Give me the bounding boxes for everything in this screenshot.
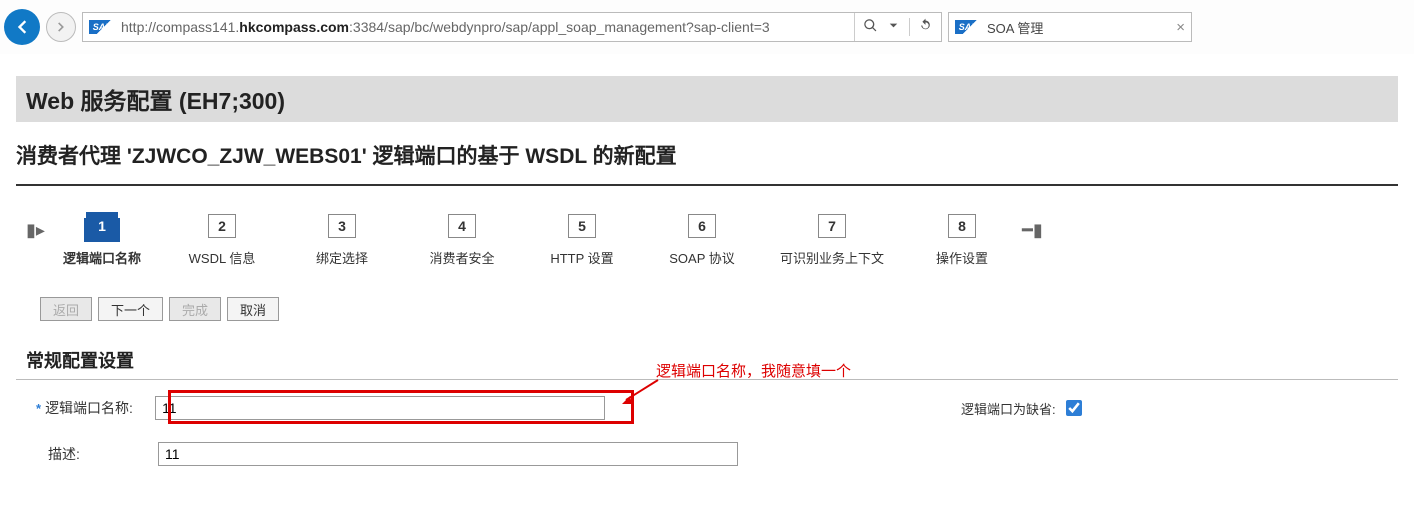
step-2[interactable]: 2 WSDL 信息 [162, 214, 282, 267]
finish-button: 完成 [169, 297, 221, 321]
step-8[interactable]: 8 操作设置 [902, 214, 1022, 267]
arrow-right-icon [54, 20, 68, 34]
next-button[interactable]: 下一个 [98, 297, 163, 321]
close-icon[interactable]: × [1176, 19, 1185, 36]
url-rest: :3384/sap/bc/webdynpro/sap/appl_soap_man… [349, 19, 770, 35]
roadmap: ▮▸ 1 逻辑端口名称 2 WSDL 信息 3 绑定选择 4 消费者安全 5 H… [16, 214, 1398, 267]
cancel-button[interactable]: 取消 [227, 297, 279, 321]
step-5[interactable]: 5 HTTP 设置 [522, 214, 642, 267]
step-3[interactable]: 3 绑定选择 [282, 214, 402, 267]
search-icon[interactable] [863, 18, 878, 36]
step-1[interactable]: 1 逻辑端口名称 [42, 214, 162, 267]
tab-title: SOA 管理 [987, 18, 1170, 37]
page-content: Web 服务配置 (EH7;300) 消费者代理 'ZJWCO_ZJW_WEBS… [0, 54, 1414, 466]
step-number: 1 [88, 214, 116, 238]
step-number: 6 [688, 214, 716, 238]
step-number: 7 [818, 214, 846, 238]
annotation-label: 逻辑端口名称，我随意填一个 [656, 363, 851, 380]
step-number: 3 [328, 214, 356, 238]
required-mark: * [36, 401, 41, 416]
page-title: Web 服务配置 (EH7;300) [16, 76, 1398, 122]
nav-back-button[interactable] [4, 9, 40, 45]
name-label: 逻辑端口名称: [45, 398, 155, 418]
default-port-checkbox[interactable] [1066, 400, 1082, 416]
step-label: 消费者安全 [429, 248, 494, 267]
browser-tab[interactable]: SAP SOA 管理 × [948, 12, 1192, 42]
default-port-group: 逻辑端口为缺省: [961, 399, 1082, 418]
url-prefix: http://compass141. [121, 19, 239, 35]
step-label: HTTP 设置 [550, 248, 613, 267]
button-row: 返回 下一个 完成 取消 [16, 297, 1398, 321]
url-host: hkcompass.com [239, 19, 349, 35]
url-text: http://compass141.hkcompass.com:3384/sap… [121, 19, 854, 35]
step-number: 8 [948, 214, 976, 238]
sap-favicon-icon: SAP [89, 20, 115, 34]
step-label: 逻辑端口名称 [63, 248, 141, 267]
step-number: 4 [448, 214, 476, 238]
step-label: WSDL 信息 [189, 248, 256, 267]
chevron-down-icon[interactable] [886, 18, 901, 36]
step-label: 操作设置 [936, 248, 988, 267]
roadmap-end-icon: ━▮ [1022, 220, 1038, 241]
default-port-label: 逻辑端口为缺省: [961, 399, 1056, 418]
nav-forward-button[interactable] [46, 12, 76, 42]
browser-toolbar: SAP http://compass141.hkcompass.com:3384… [0, 0, 1414, 54]
step-label: SOAP 协议 [669, 248, 735, 267]
back-button: 返回 [40, 297, 92, 321]
annotation-text: 逻辑端口名称，我随意填一个 [656, 360, 851, 381]
logical-port-name-input[interactable] [155, 396, 605, 420]
address-bar-icons [854, 13, 941, 41]
arrow-left-icon [12, 17, 32, 37]
step-number: 5 [568, 214, 596, 238]
step-7[interactable]: 7 可识别业务上下文 [762, 214, 902, 267]
description-input[interactable] [158, 442, 738, 466]
form-row-name: * 逻辑端口名称: 逻辑端口名称，我随意填一个 逻辑端口为缺省: [16, 396, 1398, 420]
step-4[interactable]: 4 消费者安全 [402, 214, 522, 267]
sap-favicon-icon: SAP [955, 20, 981, 34]
desc-label: 描述: [48, 444, 158, 464]
sub-title: 消费者代理 'ZJWCO_ZJW_WEBS01' 逻辑端口的基于 WSDL 的新… [16, 140, 1398, 186]
step-number: 2 [208, 214, 236, 238]
step-label: 绑定选择 [316, 248, 368, 267]
roadmap-start-icon: ▮▸ [26, 220, 42, 241]
address-bar[interactable]: SAP http://compass141.hkcompass.com:3384… [82, 12, 942, 42]
step-label: 可识别业务上下文 [780, 248, 884, 267]
refresh-icon[interactable] [909, 18, 933, 36]
annotation-arrow-icon [620, 378, 660, 408]
step-6[interactable]: 6 SOAP 协议 [642, 214, 762, 267]
form-row-desc: 描述: [16, 442, 1398, 466]
